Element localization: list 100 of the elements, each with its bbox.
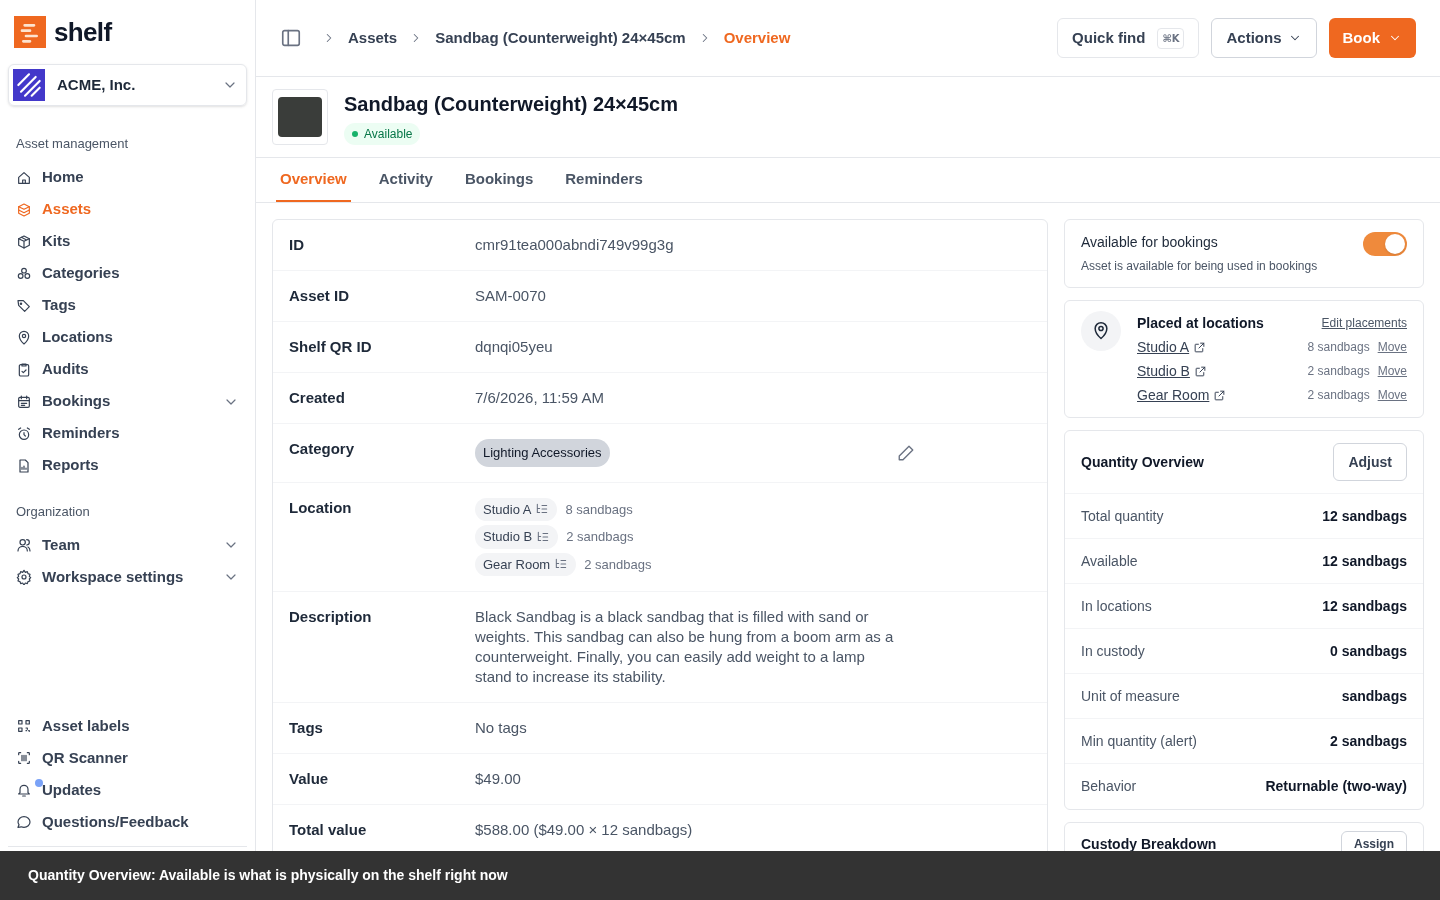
clipboard-icon [16, 361, 32, 378]
actions-button[interactable]: Actions [1211, 18, 1317, 58]
card-title: Custody Breakdown [1081, 834, 1217, 851]
report-icon [16, 457, 32, 474]
setting-description: Asset is available for being used in bookings [1081, 258, 1318, 275]
quantity-text: 2 sandbags [584, 555, 652, 574]
sidebar-item[interactable]: Reminders [8, 417, 247, 450]
row-value: 12 sandbags [1322, 551, 1407, 571]
workspace-selector[interactable]: ACME, Inc. [8, 64, 247, 106]
quantity-text: 8 sandbags [565, 500, 633, 519]
sidebar-item[interactable]: Bookings [8, 385, 247, 418]
quantity-text: 2 sandbags [1307, 363, 1370, 380]
sidebar-item[interactable]: Kits [8, 225, 247, 258]
field-label: Created [289, 388, 346, 408]
qr-code-icon [16, 718, 32, 734]
field-label: Shelf QR ID [289, 337, 373, 357]
card-title: Quantity Overview [1081, 452, 1204, 472]
external-link-icon [1193, 364, 1207, 378]
settings-icon [16, 569, 32, 585]
external-link-icon [1213, 388, 1227, 402]
category-tag: Lighting Accessories [475, 439, 610, 467]
card-title: Placed at locations [1137, 314, 1264, 333]
field-label: Asset ID [289, 286, 351, 306]
scan-icon [16, 750, 32, 766]
sidebar-item[interactable]: QR Scanner [8, 742, 247, 774]
sidebar-item[interactable]: Questions/Feedback [8, 806, 247, 838]
home-icon [16, 169, 32, 186]
setting-title: Available for bookings [1081, 233, 1219, 252]
field-value: No tags [475, 718, 528, 738]
sidebar-toggle-icon [280, 27, 302, 49]
section-heading: Organization [15, 502, 91, 521]
move-link[interactable]: Move [1377, 335, 1407, 359]
calendar-icon [16, 393, 32, 410]
move-link[interactable]: Move [1377, 383, 1407, 407]
sidebar-item[interactable]: Home [8, 161, 247, 194]
field-label: Value [289, 769, 330, 789]
map-pin-icon [1081, 311, 1121, 351]
bell-icon [16, 782, 32, 798]
sidebar-item[interactable]: Audits [8, 353, 247, 386]
row-value: Returnable (two-way) [1265, 777, 1407, 796]
sidebar-item[interactable]: Reports [8, 449, 247, 482]
location-link[interactable]: Studio A [1137, 335, 1207, 359]
row-label: In custody [1081, 641, 1145, 661]
row-label: Unit of measure [1081, 686, 1180, 706]
location-tag[interactable]: Gear Room [475, 552, 577, 576]
field-value: $49.00 [475, 769, 522, 789]
breadcrumb-link[interactable]: Sandbag (Counterweight) 24×45cm [435, 26, 686, 50]
logo-icon [14, 16, 46, 48]
row-value: 2 sandbags [1329, 731, 1407, 751]
map-pin-icon [16, 329, 32, 346]
field-label: Total value [289, 820, 368, 840]
tab[interactable]: Activity [374, 158, 437, 202]
field-label: Tags [289, 718, 324, 738]
quantity-text: 8 sandbags [1307, 339, 1370, 356]
location-link[interactable]: Studio B [1137, 359, 1207, 383]
row-label: Total quantity [1081, 506, 1164, 526]
edit-placements-link[interactable]: Edit placements [1321, 311, 1407, 335]
sidebar-item[interactable]: Team [8, 529, 247, 561]
box-icon [16, 201, 32, 218]
photo-placeholder [278, 97, 322, 137]
chat-bubble-icon [16, 814, 32, 830]
field-value: Black Sandbag is a black sandbag that is filled with sand or weights. This sandbag can also be hung from a boom arm as a counterweight. Finally, you can easily add weight to a lamp stand to increase its stability. [475, 607, 895, 687]
row-label: Behavior [1081, 777, 1137, 796]
quantity-text: 2 sandbags [1307, 387, 1370, 404]
workspace-logo-icon [13, 69, 45, 101]
row-value: 12 sandbags [1322, 596, 1407, 616]
adjust-button[interactable]: Adjust [1333, 443, 1407, 481]
shortcut-key: ⌘K [1157, 27, 1185, 49]
field-value: cmr91tea000abndi749v99g3g [475, 235, 675, 255]
row-value: 12 sandbags [1322, 506, 1407, 526]
sidebar-item[interactable]: Asset labels [8, 710, 247, 742]
location-link[interactable]: Gear Room [1137, 383, 1227, 407]
location-tag[interactable]: Studio A [475, 497, 558, 521]
alarm-clock-icon [16, 425, 32, 442]
sidebar-item[interactable]: Updates [8, 774, 247, 806]
row-value: 0 sandbags [1329, 641, 1407, 661]
toggle-switch[interactable] [1363, 232, 1407, 256]
breadcrumb-link[interactable]: Assets [348, 26, 398, 50]
sidebar-item[interactable]: Workspace settings [8, 561, 247, 593]
tab[interactable]: Bookings [460, 158, 538, 202]
sidebar-item[interactable]: Tags [8, 289, 247, 322]
row-value: sandbags [1341, 686, 1407, 706]
users-icon [16, 537, 32, 553]
row-label: Min quantity (alert) [1081, 731, 1197, 751]
sidebar-item[interactable]: Categories [8, 257, 247, 290]
quick-find-button[interactable]: Quick find ⌘K [1057, 18, 1200, 58]
row-label: Available [1081, 551, 1138, 571]
tab[interactable]: Reminders [561, 158, 647, 202]
logo-text: shelf [54, 19, 112, 45]
location-tag[interactable]: Studio B [475, 525, 559, 549]
sidebar-item[interactable]: Locations [8, 321, 247, 354]
tag-icon [16, 297, 32, 314]
field-label: Location [289, 497, 353, 518]
field-value: dqnqi05yeu [475, 337, 554, 357]
field-value: $588.00 ($49.00 × 12 sandbags) [475, 820, 694, 840]
move-link[interactable]: Move [1377, 359, 1407, 383]
field-label: Description [289, 607, 373, 627]
package-icon [16, 233, 32, 250]
status-badge: Available [344, 123, 421, 145]
field-value: 7/6/2026, 11:59 AM [475, 388, 605, 408]
